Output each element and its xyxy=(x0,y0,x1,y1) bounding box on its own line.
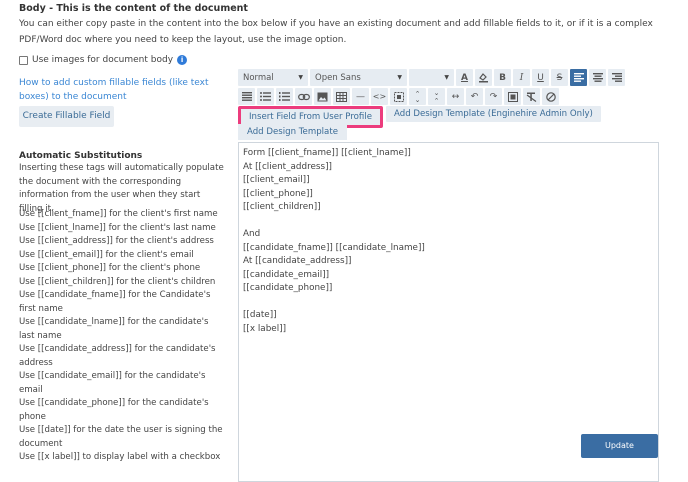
numbered-list-icon[interactable] xyxy=(276,88,293,105)
substitution-item: Use [[candidate_address]] for the candid… xyxy=(19,344,216,368)
substitution-item: Use [[candidate_lname]] for the candidat… xyxy=(19,317,209,341)
font-select[interactable]: Open Sans ▼ xyxy=(310,69,407,86)
code-icon[interactable]: <> xyxy=(371,88,388,105)
underline-icon[interactable]: U xyxy=(532,69,549,86)
align-justify-icon[interactable] xyxy=(238,88,255,105)
style-select[interactable]: Normal ▼ xyxy=(238,69,308,86)
align-right-icon[interactable] xyxy=(608,69,625,86)
substitution-item: Use [[candidate_fname]] for the Candidat… xyxy=(19,290,211,314)
update-button[interactable]: Update xyxy=(581,434,658,458)
editor-line: [[x label]] xyxy=(243,323,287,334)
collapse-icon[interactable]: ⌄ ⌃ xyxy=(428,88,445,105)
align-center-icon[interactable] xyxy=(589,69,606,86)
text-color-icon[interactable]: A xyxy=(456,69,473,86)
document-editor[interactable]: Form [[client_fname]] [[client_lname]] A… xyxy=(238,142,659,482)
editor-line: [[client_email]] xyxy=(243,175,310,185)
chevron-down-icon: ▼ xyxy=(397,74,402,81)
substitution-item: Use [[client_address]] for the client's … xyxy=(19,236,214,246)
substitution-item: Use [[client_children]] for the client's… xyxy=(19,276,216,287)
link-icon[interactable] xyxy=(295,88,312,105)
block-icon[interactable] xyxy=(542,88,559,105)
style-select-value: Normal xyxy=(243,72,274,83)
table-icon[interactable] xyxy=(333,88,350,105)
add-design-template-admin-button[interactable]: Add Design Template (Enginehire Admin On… xyxy=(386,106,601,122)
grid-icon[interactable] xyxy=(504,88,521,105)
editor-line: [[date]] xyxy=(243,310,277,320)
substitution-item: Use [[candidate_phone]] for the candidat… xyxy=(19,398,209,422)
image-icon[interactable] xyxy=(314,88,331,105)
font-select-value: Open Sans xyxy=(315,72,361,83)
info-icon[interactable]: i xyxy=(177,55,188,65)
italic-icon[interactable]: I xyxy=(513,69,530,86)
add-design-template-button[interactable]: Add Design Template xyxy=(238,124,347,140)
chevron-down-icon: ▼ xyxy=(444,74,449,81)
use-images-label: Use images for document body xyxy=(32,55,174,65)
substitution-item: Use [[client_fname]] for the client's fi… xyxy=(19,209,218,219)
substitution-item: Use [[candidate_email]] for the candidat… xyxy=(19,371,206,395)
section-intro: You can either copy paste in the content… xyxy=(19,19,653,45)
editor-line: Form [[client_fname]] [[client_lname]] xyxy=(243,148,411,158)
highlight-icon[interactable] xyxy=(475,69,492,86)
editor-line: [[client_phone]] xyxy=(243,188,313,199)
editor-line: And xyxy=(243,229,261,239)
bullet-list-icon[interactable] xyxy=(257,88,274,105)
editor-toolbar: Normal ▼ Open Sans ▼ ▼ A B I U S — <> ⌃ … xyxy=(238,69,648,107)
use-images-option[interactable]: Use images for document body i xyxy=(19,55,188,65)
editor-line: [[client_children]] xyxy=(243,202,321,212)
width-icon[interactable]: ↔ xyxy=(447,88,464,105)
size-select[interactable]: ▼ xyxy=(409,69,454,86)
bold-icon[interactable]: B xyxy=(494,69,511,86)
strikethrough-icon[interactable]: S xyxy=(551,69,568,86)
redo-icon[interactable]: ↷ xyxy=(485,88,502,105)
use-images-checkbox[interactable] xyxy=(19,55,28,65)
horizontal-rule-icon[interactable]: — xyxy=(352,88,369,105)
substitution-item: Use [[client_email]] for the client's em… xyxy=(19,249,194,260)
select-all-icon[interactable] xyxy=(390,88,407,105)
clear-format-icon[interactable] xyxy=(523,88,540,105)
editor-line: At [[client_address]] xyxy=(243,161,332,172)
align-left-icon[interactable] xyxy=(570,69,587,86)
undo-icon[interactable]: ↶ xyxy=(466,88,483,105)
editor-line: At [[candidate_address]] xyxy=(243,256,352,266)
create-fillable-field-button[interactable]: Create Fillable Field xyxy=(19,106,114,127)
expand-icon[interactable]: ⌃ ⌄ xyxy=(409,88,426,105)
section-title: Body - This is the content of the docume… xyxy=(19,3,248,14)
editor-line: [[candidate_email]] xyxy=(243,269,330,280)
chevron-down-icon: ▼ xyxy=(298,74,303,81)
substitution-item: Use [[client_phone]] for the client's ph… xyxy=(19,263,201,273)
substitutions-title: Automatic Substitutions xyxy=(19,151,143,161)
substitutions-list: Use [[client_fname]] for the client's fi… xyxy=(19,208,224,465)
substitution-item: Use [[date]] for the date the user is si… xyxy=(19,425,223,449)
substitution-item: Use [[x label]] to display label with a … xyxy=(19,452,221,462)
substitution-item: Use [[client_lname]] for the client's la… xyxy=(19,222,216,233)
help-link[interactable]: How to add custom fillable fields (like … xyxy=(19,76,229,104)
editor-line: [[candidate_fname]] [[candidate_lname]] xyxy=(243,242,425,253)
editor-line: [[candidate_phone]] xyxy=(243,283,333,293)
